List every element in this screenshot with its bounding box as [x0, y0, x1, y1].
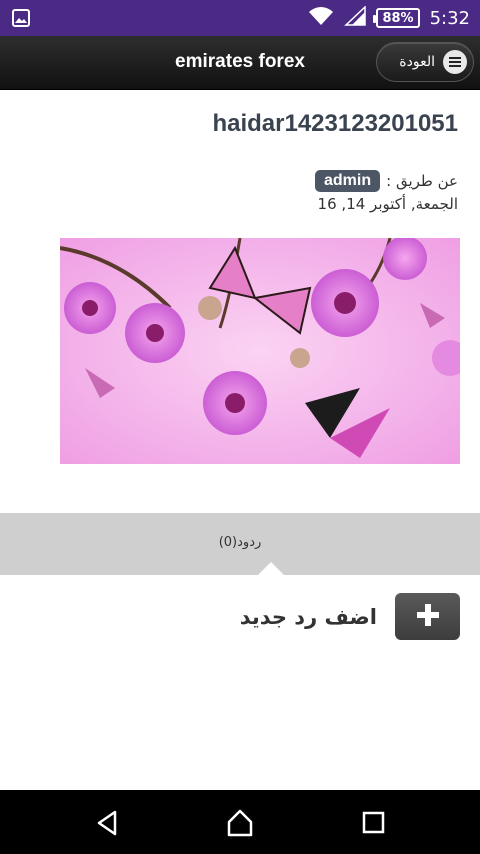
by-label: : عن طريق — [386, 172, 458, 190]
screen: 88% 5:32 emirates forex العودة haidar142… — [0, 0, 480, 854]
plus-icon — [416, 603, 440, 631]
post-title: haidar1423123201051 — [212, 110, 458, 137]
navigation-bar — [0, 790, 480, 854]
nav-home-icon[interactable] — [225, 808, 255, 838]
replies-notch — [258, 562, 284, 575]
post-author-line: admin : عن طريق — [315, 168, 458, 194]
wifi-icon — [308, 6, 334, 30]
post-date: الجمعة, أكتوبر 14, 16 — [317, 195, 458, 213]
app-header: emirates forex العودة — [0, 36, 480, 90]
signal-icon — [344, 5, 367, 30]
add-reply-label: اضف رد جديد — [239, 604, 377, 629]
add-reply-row[interactable]: اضف رد جديد — [240, 593, 460, 640]
clock: 5:32 — [429, 7, 470, 29]
author-badge[interactable]: admin — [315, 170, 381, 192]
nav-recent-icon[interactable] — [358, 808, 388, 838]
image-notification-icon — [12, 9, 30, 31]
replies-count: (0)ردود — [218, 535, 262, 550]
post-image — [60, 238, 460, 464]
nav-back-icon[interactable] — [93, 808, 123, 838]
status-bar: 88% 5:32 — [0, 0, 480, 36]
menu-icon — [443, 50, 467, 74]
back-button[interactable]: العودة — [376, 42, 474, 82]
battery-level: 88% — [382, 10, 414, 26]
replies-bar[interactable]: (0)ردود — [0, 513, 480, 575]
back-button-label: العودة — [399, 54, 435, 70]
battery-indicator: 88% — [373, 8, 420, 28]
add-reply-button[interactable] — [395, 593, 460, 640]
